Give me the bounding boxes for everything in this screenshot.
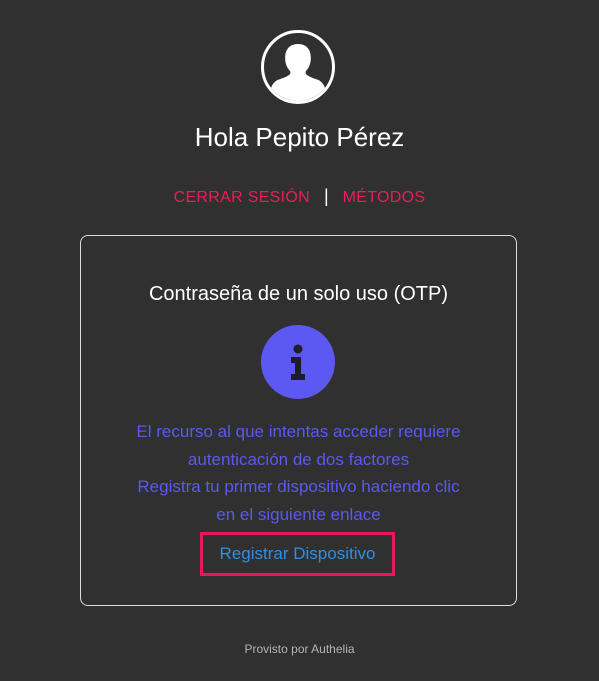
logout-link[interactable]: CERRAR SESIÓN [174,189,310,206]
nav-separator: | [323,186,329,206]
otp-message: El recurso al que intentas acceder requi… [81,418,516,528]
message-line: El recurso al que intentas acceder requi… [136,422,461,441]
otp-card: Contraseña de un solo uso (OTP) El recur… [80,235,517,606]
top-nav: CERRAR SESIÓN | MÉTODOS [0,185,599,209]
register-device-link[interactable]: Registrar Dispositivo [200,532,395,576]
page: Hola Pepito Pérez CERRAR SESIÓN | MÉTODOS … [0,0,599,681]
message-line: Registra tu primer dispositivo haciendo … [137,477,460,496]
user-avatar-icon [261,30,335,104]
message-line: autenticación de dos factores [187,449,410,469]
footer-powered-by: Provisto por Authelia [244,642,355,656]
methods-link[interactable]: MÉTODOS [343,189,426,206]
card-title: Contraseña de un solo uso (OTP) [148,283,449,305]
message-line: en el siguiente enlace [216,504,381,524]
info-icon [261,325,335,399]
greeting-title: Hola Pepito Pérez [194,122,405,152]
